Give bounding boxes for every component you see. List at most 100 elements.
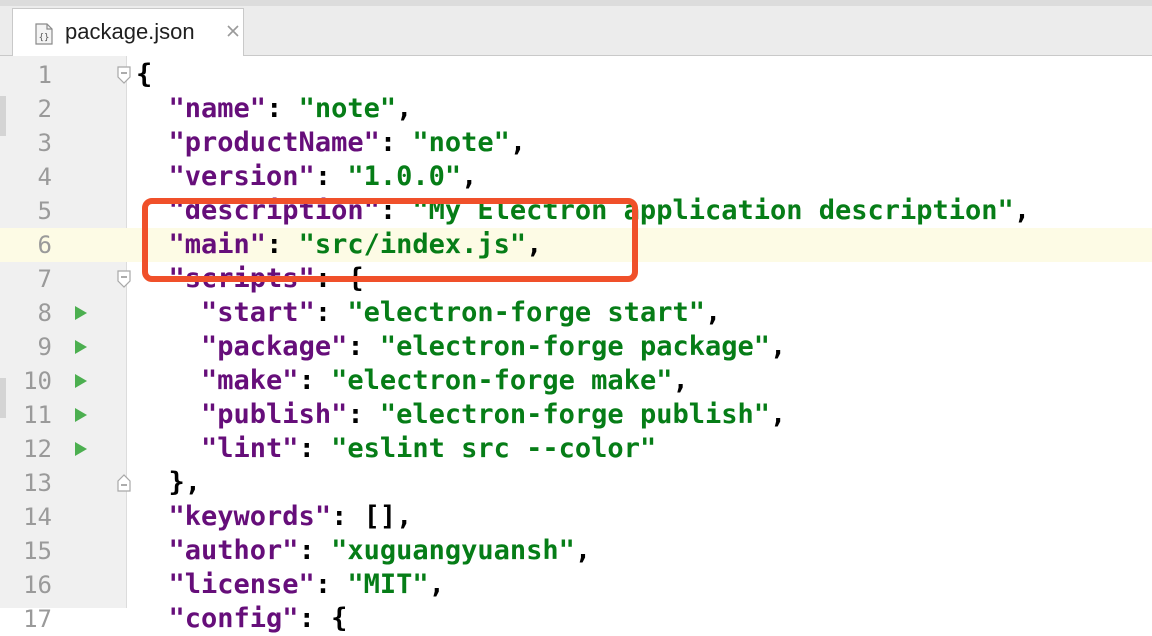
editor-tab-bar: {} package.json xyxy=(0,0,1152,56)
code-text: "package": "electron-forge package", xyxy=(136,331,786,363)
json-value: "electron-forge start" xyxy=(347,297,705,328)
code-punctuation: , xyxy=(1013,195,1031,226)
run-script-icon[interactable] xyxy=(74,305,88,321)
code-text: "lint": "eslint src --color" xyxy=(136,433,656,465)
code-text: "version": "1.0.0", xyxy=(136,161,478,193)
code-punctuation: , xyxy=(574,535,592,566)
json-key: "start" xyxy=(201,297,315,328)
json-value: "1.0.0" xyxy=(347,161,462,192)
code-punctuation: , xyxy=(396,93,413,124)
code-line[interactable]: 17 "config": { xyxy=(0,602,1152,636)
json-key: "name" xyxy=(168,93,267,124)
tab-title: package.json xyxy=(65,19,195,44)
code-text: "productName": "note", xyxy=(136,127,527,159)
line-number: 9 xyxy=(37,333,52,361)
code-punctuation: : xyxy=(347,399,380,430)
code-text: "start": "electron-forge start", xyxy=(136,297,721,329)
code-line[interactable]: 16 "license": "MIT", xyxy=(0,568,1152,602)
code-punctuation: : xyxy=(314,297,348,328)
line-number: 3 xyxy=(37,129,52,157)
code-line[interactable]: 10 "make": "electron-forge make", xyxy=(0,364,1152,398)
code-line[interactable]: 8 "start": "electron-forge start", xyxy=(0,296,1152,330)
json-value: "note" xyxy=(412,127,510,158)
code-line[interactable]: 3 "productName": "note", xyxy=(0,126,1152,160)
code-punctuation: : xyxy=(314,161,348,192)
line-number: 11 xyxy=(23,401,52,429)
json-key: "version" xyxy=(168,161,315,192)
code-punctuation: , xyxy=(770,399,787,430)
line-number: 12 xyxy=(23,435,52,463)
code-line[interactable]: 13 }, xyxy=(0,466,1152,500)
json-value: "note" xyxy=(298,93,397,124)
line-number: 8 xyxy=(37,299,52,327)
code-punctuation: , xyxy=(509,127,527,158)
code-punctuation: , xyxy=(672,365,689,396)
tab-bar-strip xyxy=(0,0,1152,6)
code-line[interactable]: 9 "package": "electron-forge package", xyxy=(0,330,1152,364)
code-line[interactable]: 11 "publish": "electron-forge publish", xyxy=(0,398,1152,432)
json-key: "keywords" xyxy=(168,501,332,532)
code-line[interactable]: 1{ xyxy=(0,58,1152,92)
json-file-icon: {} xyxy=(33,23,55,45)
line-number: 10 xyxy=(23,367,52,395)
code-text: "license": "MIT", xyxy=(136,569,445,601)
json-key: "package" xyxy=(201,331,348,362)
json-key: "make" xyxy=(201,365,299,396)
code-punctuation: : xyxy=(298,535,332,566)
fold-open-icon[interactable] xyxy=(116,270,132,288)
code-punctuation: , xyxy=(704,297,722,328)
line-number: 1 xyxy=(37,61,52,89)
json-key: "publish" xyxy=(201,399,348,430)
code-punctuation: : xyxy=(298,365,332,396)
code-text: }, xyxy=(136,467,202,499)
run-script-icon[interactable] xyxy=(74,373,88,389)
tab-package-json[interactable]: {} package.json xyxy=(12,8,244,56)
json-key: "lint" xyxy=(201,433,299,464)
fold-close-icon[interactable] xyxy=(116,474,132,492)
json-value: "electron-forge package" xyxy=(379,331,770,362)
fold-open-icon[interactable] xyxy=(116,66,132,84)
line-number: 14 xyxy=(23,503,52,531)
json-value: "electron-forge make" xyxy=(331,365,673,396)
code-line[interactable]: 4 "version": "1.0.0", xyxy=(0,160,1152,194)
run-script-icon[interactable] xyxy=(74,441,88,457)
code-text: "author": "xuguangyuansh", xyxy=(136,535,592,567)
code-punctuation: : xyxy=(331,501,364,532)
line-number: 15 xyxy=(23,537,52,565)
code-punctuation: : xyxy=(298,433,332,464)
code-line[interactable]: 15 "author": "xuguangyuansh", xyxy=(0,534,1152,568)
code-line[interactable]: 14 "keywords": [], xyxy=(0,500,1152,534)
code-punctuation: , xyxy=(428,569,445,600)
code-punctuation: , xyxy=(770,331,787,362)
line-number: 4 xyxy=(37,163,52,191)
run-script-icon[interactable] xyxy=(74,407,88,423)
line-number: 2 xyxy=(37,95,52,123)
code-editor[interactable]: 1{2 "name": "note", 3 "productName": "not… xyxy=(0,58,1152,636)
code-line[interactable]: 12 "lint": "eslint src --color" xyxy=(0,432,1152,466)
code-text: "name": "note", xyxy=(136,93,413,125)
json-key: "license" xyxy=(168,569,315,600)
json-value: "MIT" xyxy=(347,569,429,600)
code-punctuation: }, xyxy=(168,467,202,498)
line-number: 13 xyxy=(23,469,52,497)
svg-text:{}: {} xyxy=(39,33,50,43)
close-icon[interactable] xyxy=(225,23,241,39)
line-number: 17 xyxy=(23,605,52,633)
code-text: { xyxy=(136,59,152,91)
code-line[interactable]: 2 "name": "note", xyxy=(0,92,1152,126)
json-value: "electron-forge publish" xyxy=(379,399,770,430)
line-number: 7 xyxy=(37,265,52,293)
json-value: "xuguangyuansh" xyxy=(331,535,575,566)
run-script-icon[interactable] xyxy=(74,339,88,355)
